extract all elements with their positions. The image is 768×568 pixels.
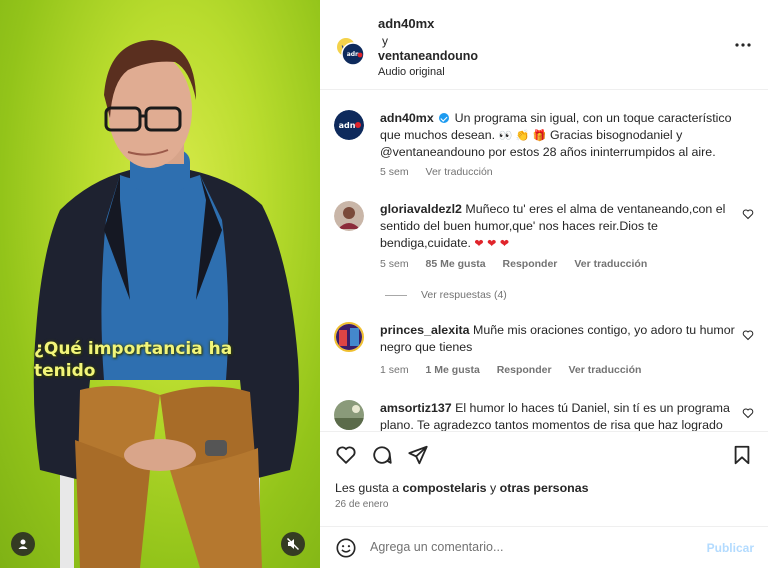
likes-prefix: Les gusta a: [335, 481, 400, 495]
heart-outline-icon: [742, 330, 754, 341]
likes-middle: y: [490, 481, 497, 495]
tagged-users-button[interactable]: [11, 532, 35, 556]
author-joiner: y: [382, 34, 388, 48]
avatar[interactable]: [334, 201, 364, 231]
divider: [385, 294, 407, 296]
emoji-icon: [336, 538, 356, 558]
avatar[interactable]: adn: [334, 110, 364, 140]
caption-text: adn40mx Un programa sin igual, con un to…: [380, 110, 738, 161]
comment-time[interactable]: 1 sem: [380, 364, 409, 376]
like-button[interactable]: [335, 444, 357, 466]
more-options-icon: [735, 43, 751, 47]
comment-username[interactable]: gloriavaldezl2: [380, 202, 462, 216]
post-side-panel: V1 adn adn40mx y ventaneandouno Audio or…: [320, 0, 768, 568]
user-tag-icon: [18, 539, 28, 549]
comment-icon: [373, 446, 392, 464]
like-comment-button[interactable]: [742, 329, 754, 341]
other-likers-link[interactable]: otras personas: [500, 481, 589, 495]
comment-text: amsortiz137 El humor lo haces tú Daniel,…: [380, 400, 738, 431]
add-comment-bar: Publicar: [320, 526, 768, 568]
view-replies-label: Ver respuestas (4): [421, 289, 507, 301]
comment-meta: 1 sem 1 Me gusta Responder Ver traducció…: [380, 364, 655, 376]
video-caption-line2: tenido: [34, 361, 96, 381]
mute-toggle-button[interactable]: [281, 532, 305, 556]
post-header: V1 adn adn40mx y ventaneandouno Audio or…: [320, 0, 768, 90]
comment-likes[interactable]: 85 Me gusta: [426, 258, 486, 270]
more-options-button[interactable]: [734, 38, 752, 52]
see-translation-link[interactable]: Ver traducción: [568, 364, 641, 376]
view-replies-button[interactable]: Ver respuestas (4): [385, 289, 507, 301]
comments-list[interactable]: adn adn40mx Un programa sin igual, con u…: [320, 91, 768, 431]
avatar: V1 adn: [337, 38, 365, 66]
heart-outline-icon: [742, 209, 754, 220]
comment-text: gloriavaldezl2 Muñeco tu' eres el alma d…: [380, 201, 738, 252]
audio-label[interactable]: Audio original: [378, 66, 445, 78]
avatar[interactable]: [334, 400, 364, 430]
save-button[interactable]: [731, 444, 753, 466]
share-icon: [408, 445, 428, 465]
comment-username[interactable]: princes_alexita: [380, 323, 470, 337]
like-comment-button[interactable]: [742, 407, 754, 419]
svg-text:adn: adn: [339, 121, 356, 130]
reply-button[interactable]: Responder: [503, 258, 558, 270]
caption-emojis: 👀 👏 🎁: [498, 129, 547, 142]
comment-meta: 5 sem 85 Me gusta Responder Ver traducci…: [380, 258, 661, 270]
bookmark-icon: [734, 445, 750, 465]
liker-username[interactable]: compostelaris: [403, 481, 487, 495]
svg-text:adn: adn: [347, 51, 360, 58]
video-caption: ¿Qué importancia ha tenido: [34, 338, 284, 382]
author-username-1[interactable]: adn40mx: [378, 16, 434, 31]
video-person-illustration: [33, 40, 299, 568]
collab-avatars[interactable]: V1 adn: [335, 36, 365, 66]
speaker-muted-icon: [287, 538, 299, 550]
reply-button[interactable]: Responder: [497, 364, 552, 376]
heart-icon: [336, 446, 356, 464]
heart-outline-icon: [742, 408, 754, 419]
post-date[interactable]: 26 de enero: [335, 499, 388, 510]
avatar[interactable]: [334, 322, 364, 352]
likes-summary[interactable]: Les gusta a compostelaris y otras person…: [335, 481, 589, 495]
heart-emojis: ❤ ❤ ❤: [474, 237, 510, 250]
reel-video[interactable]: ¿Qué importancia ha tenido: [0, 0, 320, 568]
comment-username[interactable]: amsortiz137: [380, 401, 452, 415]
see-translation-link[interactable]: Ver traducción: [574, 258, 647, 270]
comment-likes[interactable]: 1 Me gusta: [426, 364, 480, 376]
comment-text: princes_alexita Muñe mis oraciones conti…: [380, 322, 738, 356]
see-translation-link[interactable]: Ver traducción: [426, 166, 493, 178]
comment-meta: 5 sem Ver traducción: [380, 166, 507, 178]
comment-input[interactable]: [370, 540, 690, 554]
emoji-picker-button[interactable]: [335, 537, 357, 559]
author-username-2[interactable]: ventaneandouno: [378, 49, 478, 63]
post-comment-button[interactable]: Publicar: [707, 541, 754, 555]
comment-time[interactable]: 5 sem: [380, 258, 409, 270]
post-actions-bar: [320, 431, 768, 477]
comment-time[interactable]: 5 sem: [380, 166, 409, 178]
comment-username[interactable]: adn40mx: [380, 111, 434, 125]
verified-badge-icon: [439, 113, 450, 123]
like-comment-button[interactable]: [742, 208, 754, 220]
video-caption-line1: ¿Qué importancia ha: [34, 339, 233, 359]
share-button[interactable]: [407, 444, 429, 466]
comment-button[interactable]: [371, 444, 393, 466]
